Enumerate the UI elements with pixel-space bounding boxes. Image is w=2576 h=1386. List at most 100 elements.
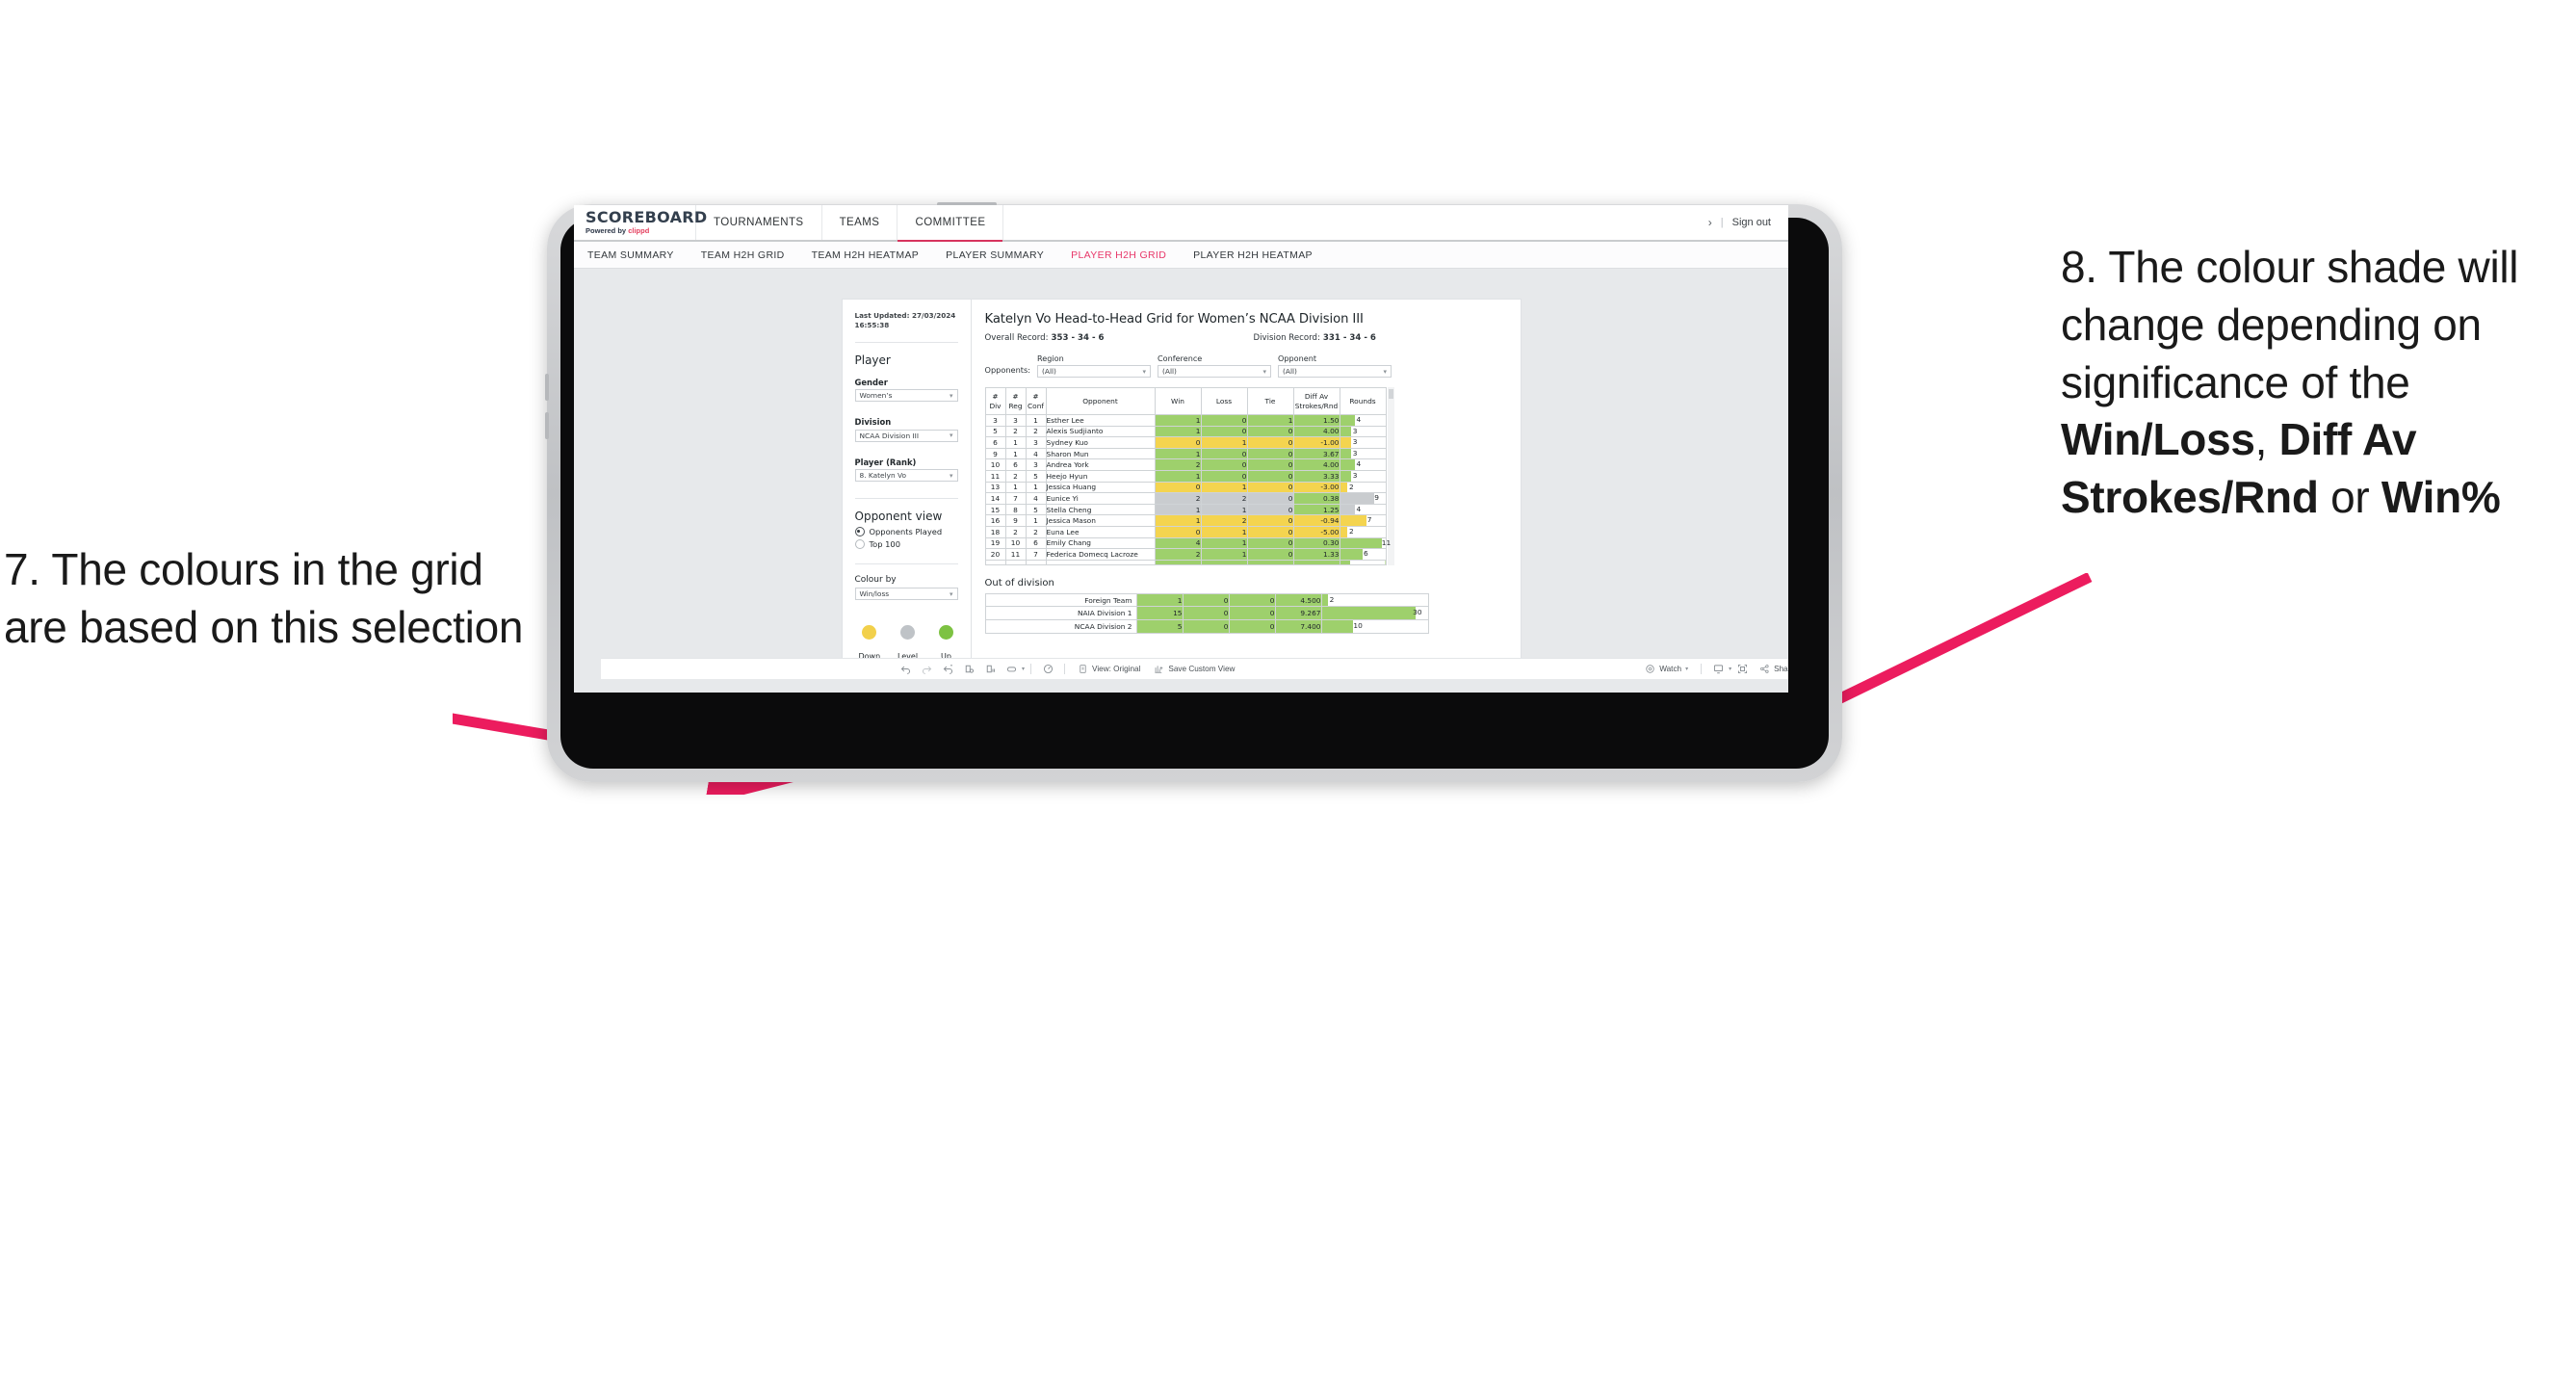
cell-loss: 1 [1200,436,1248,449]
rounds-value: 3 [1352,437,1358,447]
table-row[interactable]: 19 10 6 Emily Chang 4 1 0 0.30 11 [984,536,1392,550]
filter-opponent-select[interactable]: (All) ▾ [1278,365,1392,378]
subnav-team-h2h-grid[interactable]: TEAM H2H GRID [701,249,800,261]
table-row[interactable]: 13 1 1 Jessica Huang 0 1 0 -3.00 2 [984,481,1387,494]
col-header-diff-l2: Strokes/Rnd [1294,401,1339,410]
device-layout-icon[interactable] [1001,659,1022,680]
fullscreen-icon[interactable] [1731,659,1753,680]
cell-opponent: Alexis Sudjianto [1045,425,1156,438]
cell-tie: 0 [1246,458,1294,471]
radio-top-100[interactable]: Top 100 [854,539,958,550]
cell-tie: 0 [1228,592,1276,608]
toolbar-divider-2 [1064,664,1066,674]
legend-item-down: Down [859,625,880,661]
sign-out-link[interactable]: Sign out [1732,217,1771,228]
share-button[interactable]: Share [1753,664,1788,674]
table-row[interactable]: 9 1 4 Sharon Mun 1 0 0 3.67 3 [984,447,1387,460]
filter-conference-value: (All) [1162,367,1177,376]
logo-powered-text: Powered by [585,226,629,236]
scrollbar-thumb[interactable] [1388,389,1393,399]
cell-diff: 9.267 [1274,606,1322,620]
cell-div: 14 [984,492,1006,505]
cell-loss: 0 [1182,592,1230,608]
pause-updates-icon[interactable] [979,659,1001,680]
cell-win: 0 [1154,436,1202,449]
cell-conf: 1 [1025,481,1047,494]
refresh-data-icon[interactable] [958,659,979,680]
rounds-value: 10 [1353,620,1363,630]
filter-opponent-label: Opponent [1278,353,1317,363]
cell-partial [1004,559,1027,565]
nav-tab-tournaments[interactable]: TOURNAMENTS [696,205,822,240]
colour-by-select[interactable]: Win/loss ▾ [854,588,958,601]
subnav-team-summary[interactable]: TEAM SUMMARY [587,249,690,261]
subnav-team-h2h-heatmap[interactable]: TEAM H2H HEATMAP [812,249,935,261]
filter-region: Region (All) ▾ [1037,353,1151,378]
col-header-loss: Loss [1200,387,1248,415]
cell-tie: 0 [1246,436,1294,449]
table-row[interactable]: NCAA Division 2 5 0 0 7.400 10 [984,618,1429,634]
undo-icon[interactable] [895,659,916,680]
col-header-win: Win [1154,387,1202,415]
table-row[interactable]: 16 9 1 Jessica Mason 1 2 0 -0.94 7 [984,514,1387,527]
table-row[interactable]: 10 6 3 Andrea York 2 0 0 4.00 4 [984,458,1387,471]
table-row[interactable]: 18 2 2 Euna Lee 0 1 0 -5.00 2 [984,525,1387,538]
save-custom-view-button[interactable]: Save Custom View [1147,664,1241,674]
table-row[interactable]: NAIA Division 1 15 0 0 9.267 30 [984,606,1429,620]
rounds-value: 11 [1381,537,1392,547]
chevron-down-icon: ▾ [1142,367,1146,376]
cell-div: 10 [984,458,1006,471]
save-view-icon [1155,666,1163,673]
table-row[interactable]: 20 11 7 Federica Domecq Lacroze 2 1 0 1.33 6 [984,548,1387,561]
table-row[interactable]: 3 3 1 Esther Lee 1 0 1 1.50 4 [984,414,1387,427]
header-divider: | [1720,217,1724,228]
table-row[interactable]: 5 2 2 Alexis Sudjianto 1 0 0 4.00 3 [984,425,1387,438]
viz-toolbar: ▾ View: Original Save Custom View Watch … [601,658,1788,679]
table-row-partial[interactable] [984,559,1387,565]
alerts-icon[interactable] [1037,659,1058,680]
nav-tab-teams[interactable]: TEAMS [822,205,898,240]
download-icon[interactable] [1707,659,1729,680]
subnav-player-summary[interactable]: PLAYER SUMMARY [946,249,1059,261]
filter-gender-select[interactable]: Women’s ▾ [854,389,958,403]
sidebar-divider-1 [854,341,958,343]
filter-region-select[interactable]: (All) ▾ [1037,365,1151,378]
radio-opponents-played[interactable]: Opponents Played [854,527,958,537]
filter-division-select[interactable]: NCAA Division III ▾ [854,429,958,442]
app-logo[interactable]: SCOREBOARD Powered by clippd [574,205,707,240]
viz-main: Katelyn Vo Head-to-Head Grid for Women’s… [972,300,1521,661]
view-original-button[interactable]: View: Original [1071,664,1147,674]
redo-icon[interactable] [916,659,937,680]
table-row[interactable]: Foreign Team 1 0 0 4.500 2 [984,592,1429,608]
subnav-player-h2h-heatmap[interactable]: PLAYER H2H HEATMAP [1193,249,1328,261]
cell-diff: 4.00 [1292,425,1340,438]
col-header-diff: Diff Av Strokes/Rnd [1292,387,1340,415]
col-header-conf-l2: Conf [1028,401,1044,410]
nav-tab-committee[interactable]: COMMITTEE [898,205,1004,242]
watch-button[interactable]: Watch ▾ [1638,664,1695,674]
cell-reg: 2 [1004,525,1027,538]
toolbar-divider-3 [1701,664,1703,674]
table-row[interactable]: 11 2 5 Heejo Hyun 1 0 0 3.33 3 [984,469,1387,483]
opponent-filters: Opponents: Region (All) ▾ Conference (Al [985,353,1505,378]
device-layout-caret-icon[interactable]: ▾ [1022,666,1025,672]
rounds-value: 6 [1364,549,1368,559]
colour-legend: Down Level Up [843,600,971,661]
subnav-player-h2h-grid[interactable]: PLAYER H2H GRID [1071,249,1182,261]
filter-player-rank-select[interactable]: 8. Katelyn Vo ▾ [854,469,958,483]
table-row[interactable]: 14 7 4 Eunice Yi 2 2 0 0.38 9 [984,492,1387,505]
device-button-volume-down [545,412,549,439]
table-row[interactable]: 6 1 3 Sydney Kuo 0 1 0 -1.00 3 [984,436,1387,449]
filter-conference-select[interactable]: (All) ▾ [1158,365,1271,378]
viz-container: Last Updated: 27/03/2024 16:55:38 Player… [842,300,1521,662]
chevron-right-icon[interactable]: › [1708,216,1712,229]
revert-icon[interactable] [937,659,958,680]
cell-win: 0 [1154,481,1202,494]
out-of-division-title: Out of division [984,577,1054,588]
cell-conf: 5 [1025,469,1047,483]
table-row[interactable]: 15 8 5 Stella Cheng 1 1 0 1.25 4 [984,503,1387,516]
cell-tie: 0 [1246,525,1294,538]
cell-opponent: Federica Domecq Lacroze [1045,548,1156,561]
cell-conf: 7 [1025,548,1047,561]
annotation-right-line1: 8. The colour shade will change dependin… [2061,242,2519,407]
